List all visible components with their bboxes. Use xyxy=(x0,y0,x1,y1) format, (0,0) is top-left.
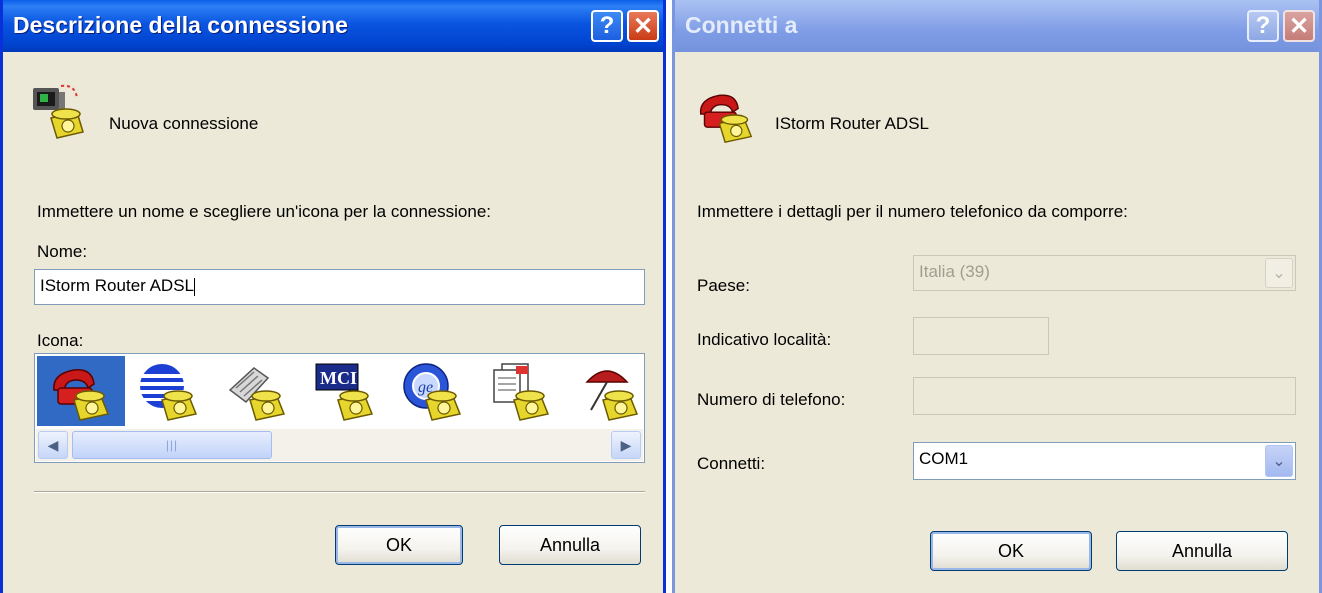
country-select-value: Italia (39) xyxy=(919,262,990,281)
globe-phone-icon xyxy=(140,364,198,421)
ge-globe-phone-icon: ge xyxy=(403,363,462,421)
cancel-button[interactable]: Annulla xyxy=(499,525,641,565)
instruction-text: Immettere i dettagli per il numero telef… xyxy=(697,202,1128,221)
phone-number-label: Numero di telefono: xyxy=(697,390,846,409)
dialog-body: Nuova connessione Immettere un nome e sc… xyxy=(3,52,663,593)
scroll-left-arrow-icon[interactable]: ◀ xyxy=(38,431,68,459)
title-bar[interactable]: Descrizione della connessione ? ✕ xyxy=(3,0,663,52)
ok-button[interactable]: OK xyxy=(335,525,463,565)
cancel-button[interactable]: Annulla xyxy=(1116,531,1288,571)
svg-text:MCI: MCI xyxy=(320,368,357,388)
mci-phone-icon: MCI xyxy=(315,363,374,421)
dialog-title: Connetti a xyxy=(685,12,798,38)
red-telephone-icon xyxy=(53,369,110,421)
name-label: Nome: xyxy=(37,242,88,261)
instruction-text: Immettere un nome e scegliere un'icona p… xyxy=(37,202,492,221)
chevron-down-icon[interactable]: ⌄ xyxy=(1265,445,1293,477)
scroll-right-arrow-icon[interactable]: ▶ xyxy=(611,431,641,459)
connect-using-select[interactable]: COM1 ⌄ xyxy=(913,442,1296,480)
icon-option-red-telephone[interactable] xyxy=(37,356,125,426)
dialog-title: Descrizione della connessione xyxy=(13,12,348,38)
icon-option-globe[interactable] xyxy=(125,356,213,426)
text-cursor xyxy=(194,277,196,296)
help-button[interactable]: ? xyxy=(591,10,623,42)
name-input-value: IStorm Router ADSL xyxy=(40,276,195,295)
icon-option-umbrella[interactable] xyxy=(565,356,643,426)
icon-list[interactable]: MCI ge ◀ ||| ▶ xyxy=(34,353,645,463)
horizontal-scrollbar[interactable]: ◀ ||| ▶ xyxy=(36,429,643,461)
connection-description-dialog: Descrizione della connessione ? ✕ Nuova … xyxy=(0,0,666,593)
icon-option-ge[interactable]: ge xyxy=(389,356,477,426)
phone-number-input[interactable] xyxy=(913,377,1296,415)
icon-option-documents[interactable] xyxy=(477,356,565,426)
title-bar[interactable]: Connetti a ? ✕ xyxy=(675,0,1319,52)
scrollbar-thumb[interactable]: ||| xyxy=(72,431,272,459)
red-telephone-icon xyxy=(695,86,757,144)
dialog-body: IStorm Router ADSL Immettere i dettagli … xyxy=(675,52,1319,593)
name-input[interactable]: IStorm Router ADSL xyxy=(34,269,645,305)
computer-phone-icon xyxy=(31,82,89,140)
ok-button[interactable]: OK xyxy=(930,531,1092,571)
area-code-input[interactable] xyxy=(913,317,1049,355)
fax-phone-icon xyxy=(228,367,286,421)
header-label: IStorm Router ADSL xyxy=(775,114,930,133)
country-label: Paese: xyxy=(697,276,750,295)
umbrella-phone-icon xyxy=(585,370,639,421)
area-code-label: Indicativo località: xyxy=(697,330,832,349)
icon-label: Icona: xyxy=(37,331,84,350)
documents-phone-icon xyxy=(493,363,550,421)
header-label: Nuova connessione xyxy=(109,114,259,133)
close-button[interactable]: ✕ xyxy=(1283,10,1315,42)
country-select[interactable]: Italia (39) ⌄ xyxy=(913,255,1296,291)
connect-using-value: COM1 xyxy=(919,449,969,468)
icon-option-mci[interactable]: MCI xyxy=(301,356,389,426)
close-button[interactable]: ✕ xyxy=(627,10,659,42)
chevron-down-icon[interactable]: ⌄ xyxy=(1265,258,1293,288)
help-button[interactable]: ? xyxy=(1247,10,1279,42)
connect-using-label: Connetti: xyxy=(697,454,766,473)
connect-to-dialog: Connetti a ? ✕ IStorm Router ADSL Immett… xyxy=(672,0,1322,593)
separator xyxy=(34,491,645,493)
icon-option-fax[interactable] xyxy=(213,356,301,426)
